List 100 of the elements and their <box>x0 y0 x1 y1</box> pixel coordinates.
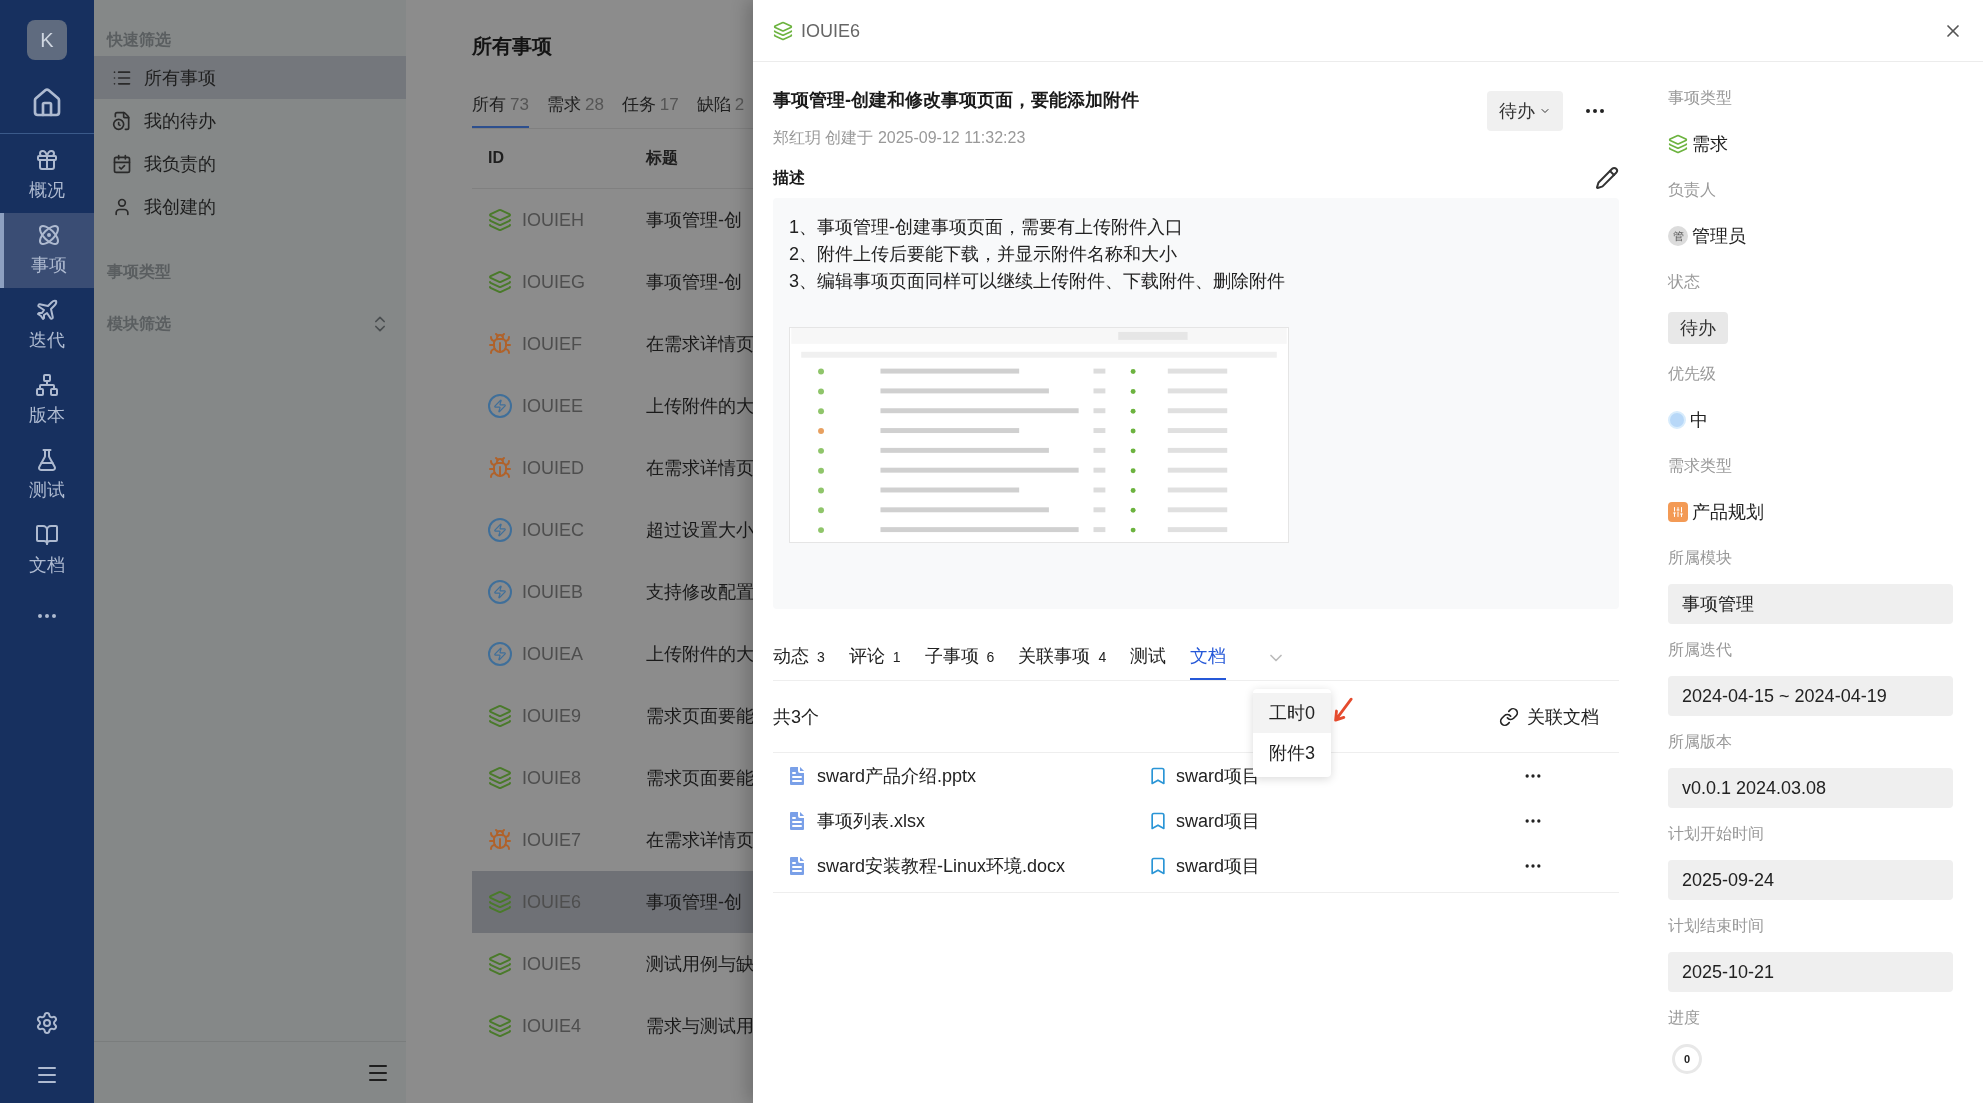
field-value[interactable]: v0.0.1 2024.03.08 <box>1668 768 1953 808</box>
settings-icon[interactable] <box>35 1011 59 1035</box>
lightning-icon <box>488 517 512 542</box>
sliders-icon <box>1668 502 1688 522</box>
repository-name: sward项目 <box>1176 809 1260 833</box>
detail-tab[interactable]: 关联事项 4 <box>1018 642 1107 680</box>
document-name[interactable]: sward产品介绍.pptx <box>817 761 977 790</box>
field-value[interactable]: 事项管理 <box>1668 584 1953 624</box>
nav-item[interactable]: 迭代 <box>0 288 94 363</box>
annotation-arrow <box>1331 697 1353 725</box>
lightning-icon <box>488 641 512 666</box>
edit-icon[interactable] <box>1595 166 1619 190</box>
item-id: IOUIEF <box>522 332 582 356</box>
status-dropdown[interactable]: 待办 <box>1487 91 1563 131</box>
table-row[interactable]: IOUIEC 超过设置大小 <box>472 498 753 561</box>
link-docs-button[interactable]: 关联文档 <box>1499 702 1599 731</box>
user-avatar[interactable]: K <box>27 20 67 60</box>
nav-item[interactable]: 测试 <box>0 438 94 513</box>
field-label: 进度 <box>1668 1008 1701 1028</box>
item-title: 上传附件的大 <box>646 642 753 666</box>
table-row[interactable]: IOUIEE 上传附件的大 <box>472 374 753 437</box>
link-icon <box>1499 706 1519 727</box>
table-row[interactable]: IOUIE8 需求页面要能 <box>472 746 753 809</box>
nav-item[interactable]: 文档 <box>0 513 94 588</box>
description-line: 1、事项管理-创建事项页面，需要有上传附件入口 <box>789 216 1184 239</box>
table-row[interactable]: IOUIEF 在需求详情页 <box>472 312 753 375</box>
filter-item[interactable]: 所有事项 <box>94 56 406 99</box>
item-title: 事项管理-创 <box>646 270 742 294</box>
field-value: 管理员 <box>1692 225 1746 248</box>
item-id: IOUIE6 <box>801 19 861 43</box>
table-row[interactable]: IOUIE5 测试用例与缺 <box>472 932 753 995</box>
table-row[interactable]: IOUIED 在需求详情页 <box>472 436 753 499</box>
table-row[interactable]: IOUIEG 事项管理-创 <box>472 250 753 313</box>
item-title: 需求页面要能 <box>646 766 753 790</box>
repository-icon <box>1148 765 1168 786</box>
item-title: 超过设置大小 <box>646 518 753 542</box>
item-id: IOUIE4 <box>522 1014 582 1038</box>
table-row[interactable]: IOUIEA 上传附件的大 <box>472 622 753 685</box>
detail-tab[interactable]: 子事项 6 <box>924 642 995 680</box>
document-name[interactable]: 事项列表.xlsx <box>817 806 925 835</box>
menu-item[interactable]: 附件3 <box>1253 733 1331 773</box>
column-header: 标题 <box>646 148 678 168</box>
item-id: IOUIE7 <box>522 828 582 852</box>
item-id: IOUIEE <box>522 394 583 418</box>
field-value[interactable]: 2025-09-24 <box>1668 860 1953 900</box>
filter-item[interactable]: 我的待办 <box>94 99 406 142</box>
field-label: 需求类型 <box>1668 456 1733 476</box>
field-value[interactable]: 2025-10-21 <box>1668 952 1953 992</box>
user-avatar: 管 <box>1668 226 1688 246</box>
filter-item[interactable]: 我创建的 <box>94 185 406 228</box>
table-row[interactable]: IOUIEH 事项管理-创 <box>472 188 753 251</box>
page-title: 所有事项 <box>472 34 553 59</box>
item-title: 测试用例与缺 <box>646 952 753 976</box>
item-title: 在需求详情页 <box>646 828 753 852</box>
nav-item[interactable]: 概况 <box>0 138 94 213</box>
layers-icon <box>488 1013 512 1038</box>
item-title: 事项管理-创建和修改事项页面，要能添加附件 <box>773 89 1139 112</box>
table-row[interactable]: IOUIE4 需求与测试用 <box>472 994 753 1057</box>
layers-icon <box>488 889 512 914</box>
detail-tab[interactable]: 评论 1 <box>848 642 901 680</box>
table-row[interactable]: IOUIE9 需求页面要能 <box>472 684 753 747</box>
bug-icon <box>488 331 512 356</box>
item-id: IOUIEC <box>522 518 584 542</box>
detail-tab[interactable]: 文档 <box>1190 642 1227 680</box>
document-name[interactable]: sward安装教程-Linux环境.docx <box>817 851 1066 880</box>
nav-item[interactable]: 事项 <box>0 213 94 288</box>
item-title: 支持修改配置 <box>646 580 753 604</box>
progress-ring: 0 <box>1672 1044 1702 1074</box>
doc-count: 共3个 <box>773 705 819 729</box>
bug-icon <box>488 827 512 852</box>
filter-item[interactable]: 我负责的 <box>94 142 406 185</box>
layers-icon <box>488 207 512 232</box>
layers-icon <box>488 703 512 728</box>
item-id: IOUIE9 <box>522 704 582 728</box>
repository-icon <box>1148 855 1168 876</box>
table-row[interactable]: IOUIE7 在需求详情页 <box>472 808 753 871</box>
lightning-icon <box>488 579 512 604</box>
field-label: 计划开始时间 <box>1668 824 1765 844</box>
item-id: IOUIEB <box>522 580 583 604</box>
item-id: IOUIED <box>522 456 584 480</box>
detail-tab[interactable]: 动态 3 <box>773 642 825 680</box>
section-title: 描述 <box>773 168 805 188</box>
item-id: IOUIEH <box>522 208 584 232</box>
status-tag[interactable]: 待办 <box>1668 312 1728 344</box>
field-label: 事项类型 <box>1668 88 1733 108</box>
item-id: IOUIEG <box>522 270 585 294</box>
item-title: 需求与测试用 <box>646 1014 753 1038</box>
field-value[interactable]: 2024-04-15 ~ 2024-04-19 <box>1668 676 1953 716</box>
layers-icon <box>488 951 512 976</box>
nav-item[interactable]: 版本 <box>0 363 94 438</box>
detail-tab[interactable]: 测试 <box>1130 642 1167 680</box>
lightning-icon <box>488 393 512 418</box>
description-line: 2、附件上传后要能下载，并显示附件名称和大小 <box>789 243 1178 266</box>
item-id: IOUIE5 <box>522 952 582 976</box>
table-row[interactable]: IOUIEB 支持修改配置 <box>472 560 753 623</box>
item-title: 在需求详情页 <box>646 456 753 480</box>
field-label: 所属模块 <box>1668 548 1733 568</box>
item-id: IOUIEA <box>522 642 583 666</box>
menu-item[interactable]: 工时0 <box>1253 693 1331 733</box>
field-value: 产品规划 <box>1692 501 1764 524</box>
